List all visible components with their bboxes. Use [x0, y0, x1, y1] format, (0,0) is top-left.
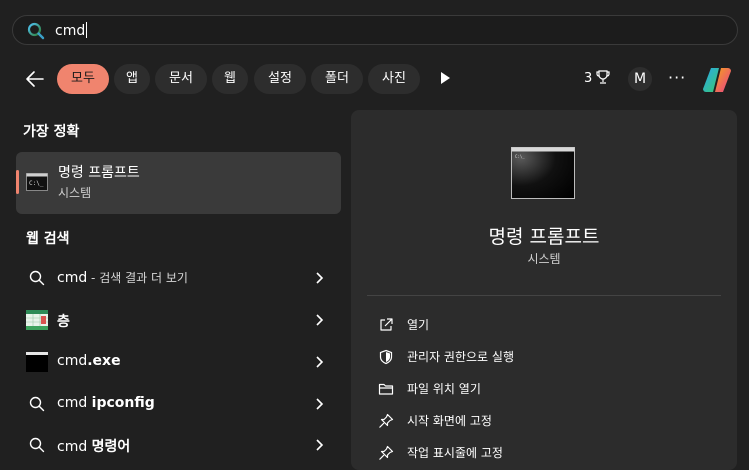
more-options-button[interactable]: ···: [668, 68, 686, 87]
command-prompt-large-icon: C:\_: [511, 147, 575, 199]
chip-photos[interactable]: 사진: [368, 64, 420, 94]
web-result-text: cmd: [57, 439, 92, 455]
search-icon: [27, 22, 45, 40]
command-prompt-icon: C:\_: [26, 173, 48, 191]
chip-folders[interactable]: 폴더: [311, 64, 363, 94]
filter-bar: 모두 앱 문서 웹 설정 폴더 사진 3 M ···: [0, 62, 749, 96]
web-result-row[interactable]: cmd.exe: [16, 342, 341, 382]
web-search-header: 웹 검색: [26, 231, 70, 247]
best-match-header: 가장 정확: [23, 124, 80, 140]
detail-title: 명령 프롬프트: [488, 226, 600, 248]
chevron-right-icon: [316, 272, 324, 284]
chevron-right-icon: [316, 439, 324, 451]
chip-web[interactable]: 웹: [212, 64, 248, 94]
best-match-type: 시스템: [58, 186, 92, 200]
web-result-row[interactable]: cmd ipconfig: [16, 384, 341, 424]
chevron-right-icon: [316, 356, 324, 368]
web-result-text: cmd: [57, 395, 92, 411]
pin-icon: [379, 413, 394, 428]
divider: [367, 295, 721, 296]
chip-documents[interactable]: 문서: [155, 64, 207, 94]
avatar[interactable]: M: [628, 67, 652, 91]
chevron-right-icon: [316, 398, 324, 410]
web-result-row[interactable]: 층: [16, 300, 341, 340]
search-icon: [29, 396, 45, 412]
search-box[interactable]: cmd: [12, 15, 738, 45]
search-input[interactable]: cmd: [55, 22, 88, 40]
action-open-file-location[interactable]: 파일 위치 열기: [373, 375, 713, 403]
web-result-subtext: - 검색 결과 더 보기: [87, 271, 188, 285]
web-result-text: 층: [57, 314, 70, 330]
play-icon[interactable]: [438, 71, 452, 85]
action-pin-to-start[interactable]: 시작 화면에 고정: [373, 407, 713, 435]
spreadsheet-thumbnail-icon: [26, 310, 48, 330]
black-window-thumbnail-icon: [26, 352, 48, 372]
pin-icon: [379, 445, 394, 460]
back-arrow-icon[interactable]: [24, 68, 46, 90]
rewards-count[interactable]: 3: [584, 70, 611, 86]
shield-icon: [379, 349, 393, 365]
best-match-name: 명령 프롬프트: [58, 165, 140, 181]
web-result-text: cmd: [57, 353, 88, 369]
best-match-item[interactable]: C:\_ 명령 프롬프트 시스템: [16, 152, 341, 214]
web-result-text: cmd: [57, 270, 88, 286]
folder-icon: [378, 383, 394, 395]
svg-text:C:\_: C:\_: [29, 180, 44, 187]
svg-text:C:\_: C:\_: [515, 154, 525, 159]
search-icon: [29, 437, 45, 453]
chip-all[interactable]: 모두: [57, 64, 109, 94]
action-run-as-admin[interactable]: 관리자 권한으로 실행: [373, 343, 713, 371]
detail-panel: C:\_ 명령 프롬프트 시스템 열기 관리자 권한으로 실행 파일 위치 열기…: [351, 110, 737, 470]
detail-subtitle: 시스템: [527, 252, 561, 266]
web-result-row[interactable]: cmd - 검색 결과 더 보기: [16, 258, 341, 298]
action-pin-to-taskbar[interactable]: 작업 표시줄에 고정: [373, 439, 713, 467]
action-open[interactable]: 열기: [373, 311, 713, 339]
web-result-row[interactable]: cmd 명령어: [16, 425, 341, 465]
chip-apps[interactable]: 앱: [114, 64, 150, 94]
selection-indicator: [16, 170, 19, 194]
copilot-icon[interactable]: [701, 64, 733, 96]
chevron-right-icon: [316, 314, 324, 326]
open-external-icon: [380, 318, 393, 331]
search-icon: [29, 270, 45, 286]
trophy-icon: [596, 70, 611, 84]
chip-settings[interactable]: 설정: [254, 64, 306, 94]
